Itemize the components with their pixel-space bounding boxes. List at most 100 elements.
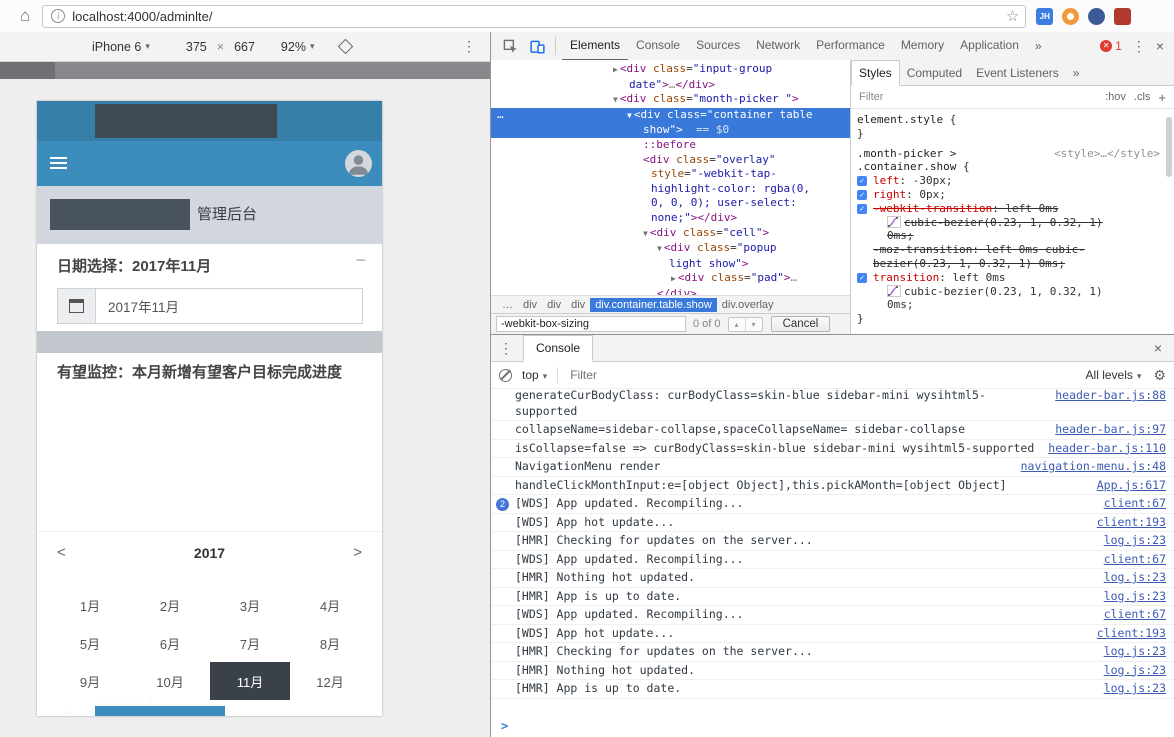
devtools-tab-application[interactable]: Application (952, 32, 1027, 61)
collapse-box-button[interactable]: − (355, 250, 366, 271)
inspect-element-icon[interactable] (503, 39, 518, 54)
device-select[interactable]: iPhone 6 ▾ (92, 40, 150, 54)
tree-line[interactable]: style="-webkit-tap- (491, 167, 850, 182)
css-rule-line[interactable]: cubic-bezier(0.23, 1, 0.32, 1) (851, 215, 1174, 230)
styles-filter-input[interactable]: Filter (859, 91, 883, 103)
css-rule-line[interactable]: ✓ left: -30px; (851, 174, 1174, 188)
css-rule-line[interactable]: ✓ right: 0px; (851, 188, 1174, 202)
page-info-icon[interactable]: i (51, 9, 66, 23)
month-input-value[interactable]: 2017年11月 (96, 289, 362, 323)
month-cell-8[interactable]: 8月 (290, 624, 370, 662)
property-enabled-checkbox[interactable]: ✓ (857, 272, 867, 283)
css-rule-line[interactable]: } (851, 312, 1174, 326)
tree-line[interactable]: ▼ <div class="popup (491, 241, 850, 257)
console-source-link[interactable]: header-bar.js:97 (1055, 422, 1166, 438)
viewport-width-field[interactable]: 375 (186, 40, 207, 54)
toggle-device-toolbar-icon[interactable] (530, 39, 545, 54)
drawer-menu-icon[interactable]: ⋮ (499, 340, 513, 357)
css-rule-line[interactable]: bezier(0.23, 1, 0.32, 1) 0ms; (851, 257, 1174, 271)
console-source-link[interactable]: log.js:23 (1104, 533, 1166, 549)
extension-icon-jh[interactable]: JH (1036, 7, 1054, 25)
styles-tab-computed[interactable]: Computed (900, 61, 969, 85)
css-rule-line[interactable]: } (851, 127, 1174, 141)
css-rule-line[interactable]: ✓ -webkit-transition: left 0ms (851, 202, 1174, 216)
css-rule-line[interactable]: -moz-transition: left 0ms cubic- (851, 243, 1174, 257)
user-avatar[interactable] (345, 150, 372, 177)
tree-line[interactable]: light show"> (491, 257, 850, 272)
extension-icon-red[interactable] (1114, 7, 1132, 25)
breadcrumb-item[interactable]: div.container.table.show (590, 297, 717, 312)
extension-icon-orange[interactable] (1062, 7, 1080, 25)
css-rule-line[interactable]: element.style { (851, 113, 1174, 127)
console-source-link[interactable]: log.js:23 (1104, 644, 1166, 660)
viewport-height-field[interactable]: 667 (234, 40, 255, 54)
breadcrumb-item[interactable]: div (542, 298, 566, 312)
month-cell-4[interactable]: 4月 (290, 586, 370, 624)
devtools-tab-network[interactable]: Network (748, 32, 808, 61)
devtools-tab-performance[interactable]: Performance (808, 32, 893, 61)
tree-line[interactable]: ▶ <div class="input-group (491, 62, 850, 78)
log-level-select[interactable]: All levels ▾ (1086, 368, 1142, 382)
next-year-button[interactable]: > (353, 544, 362, 561)
devtools-tab-memory[interactable]: Memory (893, 32, 952, 61)
console-source-link[interactable]: client:193 (1097, 626, 1166, 642)
breadcrumb-item[interactable]: div (566, 298, 590, 312)
month-cell-12[interactable]: 12月 (290, 662, 370, 700)
console-source-link[interactable]: client:193 (1097, 515, 1166, 531)
address-bar[interactable]: i localhost:4000/adminlte/ ☆ (42, 4, 1027, 28)
breadcrumb-item[interactable]: div.overlay (717, 298, 779, 312)
month-cell-7[interactable]: 7月 (210, 624, 290, 662)
rotate-viewport-icon[interactable] (338, 38, 354, 55)
month-cell-10[interactable]: 10月 (130, 662, 210, 700)
home-icon[interactable]: ⌂ (20, 6, 30, 26)
tree-line[interactable]: ▶ <div class="pad">… (491, 271, 850, 287)
console-prompt[interactable]: > (491, 715, 1174, 737)
hamburger-menu-icon[interactable] (50, 157, 67, 172)
search-previous-button[interactable]: ▴ (729, 318, 745, 331)
toggle-hover-state-button[interactable]: :hov (1105, 91, 1126, 103)
tree-line[interactable]: 0, 0, 0); user-select: (491, 196, 850, 211)
device-toolbar-menu-icon[interactable]: ⋮ (462, 38, 476, 55)
devtools-tab-elements[interactable]: Elements (562, 31, 629, 61)
execution-context-select[interactable]: top ▾ (522, 368, 547, 382)
tree-line[interactable]: ::before (491, 138, 850, 153)
month-input-group[interactable]: 2017年11月 (57, 288, 363, 324)
devtools-tab-sources[interactable]: Sources (688, 32, 748, 61)
tree-line[interactable]: <div class="overlay" (491, 153, 850, 168)
devtools-close-icon[interactable]: × (1156, 38, 1164, 54)
toggle-class-button[interactable]: .cls (1134, 91, 1151, 103)
console-source-link[interactable]: client:67 (1104, 607, 1166, 623)
css-rule-line[interactable]: 0ms; (851, 229, 1174, 243)
console-source-link[interactable]: navigation-menu.js:48 (1021, 459, 1166, 475)
search-input[interactable] (496, 316, 686, 332)
console-source-link[interactable]: log.js:23 (1104, 681, 1166, 697)
console-source-link[interactable]: log.js:23 (1104, 570, 1166, 586)
devtools-tab-console[interactable]: Console (628, 32, 688, 61)
tree-line[interactable]: … ▼ <div class="container table (491, 107, 850, 124)
console-source-link[interactable]: App.js:617 (1097, 478, 1166, 494)
tree-line[interactable]: highlight-color: rgba(0, (491, 182, 850, 197)
property-enabled-checkbox[interactable]: ✓ (857, 176, 867, 187)
console-source-link[interactable]: log.js:23 (1104, 663, 1166, 679)
console-settings-gear-icon[interactable]: ⚙ (1153, 367, 1166, 384)
styles-tab-event-listeners[interactable]: Event Listeners (969, 61, 1066, 85)
console-source-link[interactable]: log.js:23 (1104, 589, 1166, 605)
console-source-link[interactable]: client:67 (1104, 496, 1166, 512)
css-rule-line[interactable]: .month-picker > <style>…</style> (851, 147, 1174, 161)
search-next-button[interactable]: ▾ (744, 317, 762, 331)
cubic-bezier-icon[interactable] (887, 284, 901, 297)
bookmark-star-icon[interactable]: ☆ (1006, 7, 1019, 25)
tree-line[interactable]: date">…</div> (491, 78, 850, 93)
styles-tab-styles[interactable]: Styles (851, 60, 900, 86)
search-cancel-button[interactable]: Cancel (770, 316, 831, 332)
console-source-link[interactable]: header-bar.js:110 (1048, 441, 1166, 457)
css-rule-line[interactable]: 0ms; (851, 298, 1174, 312)
clear-console-icon[interactable] (499, 368, 512, 382)
console-filter-input[interactable] (568, 367, 773, 383)
month-cell-3[interactable]: 3月 (210, 586, 290, 624)
styles-tab-»[interactable]: » (1066, 61, 1087, 85)
tabs-overflow-chevron[interactable]: » (1027, 33, 1050, 60)
month-cell-2[interactable]: 2月 (130, 586, 210, 624)
month-cell-5[interactable]: 5月 (50, 624, 130, 662)
property-enabled-checkbox[interactable]: ✓ (857, 189, 867, 200)
